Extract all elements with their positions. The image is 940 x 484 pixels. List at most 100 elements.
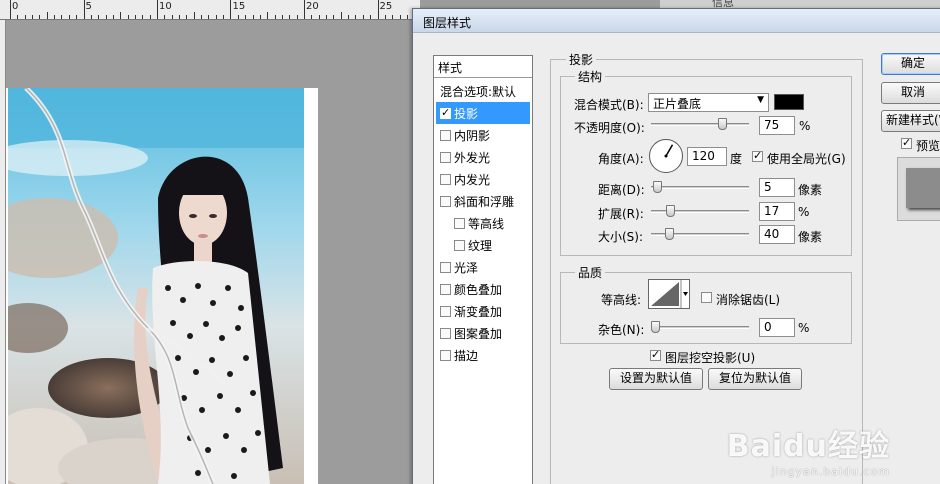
style-item-checkbox[interactable] [440, 130, 451, 141]
ruler-tick [10, 0, 11, 19]
style-item-checkbox[interactable] [454, 218, 465, 229]
preview-checkbox[interactable] [901, 136, 912, 149]
style-item-label: 投影 [454, 107, 479, 121]
structure-group-title: 结构 [575, 68, 606, 85]
make-default-button[interactable]: 设置为默认值 [609, 368, 703, 390]
reset-default-button[interactable]: 复位为默认值 [708, 368, 802, 390]
style-item-checkbox[interactable] [440, 262, 451, 273]
ruler-tick [39, 15, 40, 19]
ruler-tick [47, 12, 48, 19]
size-slider[interactable] [651, 228, 749, 240]
style-item[interactable]: 外发光 [436, 146, 530, 168]
style-item[interactable]: 纹理 [436, 234, 530, 256]
ruler-tick [216, 15, 217, 19]
watermark-url: jingyan.baidu.com [771, 465, 890, 478]
ruler-tick [297, 15, 298, 19]
new-style-button[interactable]: 新建样式(W)... [881, 110, 940, 132]
ruler-tick [400, 15, 401, 19]
style-item-checkbox[interactable] [454, 240, 465, 251]
opacity-unit: % [799, 119, 811, 133]
style-item-checkbox[interactable] [440, 350, 451, 361]
angle-dial-needle-icon [664, 144, 674, 158]
opacity-slider-thumb[interactable] [718, 118, 727, 130]
angle-unit: 度 [730, 152, 743, 166]
dialog-title: 图层样式 [423, 16, 472, 30]
cancel-button[interactable]: 取消 [881, 82, 940, 104]
dropdown-arrow-icon: ▼ [757, 95, 764, 105]
knockout-checkbox[interactable] [650, 348, 661, 361]
distance-slider[interactable] [651, 181, 749, 193]
ruler-tick [201, 15, 202, 19]
angle-dial[interactable] [649, 139, 683, 173]
ruler-tick [370, 15, 371, 19]
style-item[interactable]: 颜色叠加 [436, 278, 530, 300]
distance-input[interactable]: 5 [759, 178, 795, 197]
noise-slider-thumb[interactable] [651, 321, 660, 333]
ruler-tick [76, 15, 77, 19]
ruler-tick [61, 15, 62, 19]
ruler-tick [157, 0, 158, 19]
ruler-mark: 25 [379, 1, 393, 12]
style-item[interactable]: 渐变叠加 [436, 300, 530, 322]
angle-input[interactable]: 120 [687, 147, 727, 166]
ruler-tick [282, 15, 283, 19]
style-item-checkbox[interactable] [440, 174, 451, 185]
style-item-checkbox[interactable] [440, 284, 451, 295]
size-slider-thumb[interactable] [665, 228, 674, 240]
size-input[interactable]: 40 [759, 225, 795, 244]
style-item-label: 图案叠加 [454, 327, 503, 341]
ruler-mark: 15 [232, 1, 246, 12]
spread-slider-thumb[interactable] [666, 205, 675, 217]
ruler-tick [230, 0, 231, 19]
ruler-tick [341, 12, 342, 19]
ruler-tick [223, 15, 224, 19]
use-global-light-checkbox[interactable] [752, 149, 763, 162]
opacity-input[interactable]: 75 [759, 116, 795, 135]
ruler-mark: 0 [12, 1, 19, 12]
style-item-checkbox[interactable] [440, 152, 451, 163]
opacity-label: 不透明度(O): [574, 121, 645, 135]
panel-tab-fragment: 信息 [712, 0, 734, 9]
anti-alias-checkbox[interactable] [701, 292, 712, 303]
dialog-titlebar[interactable]: 图层样式 [413, 9, 940, 33]
style-item[interactable]: 等高线 [436, 212, 530, 234]
ruler-tick [186, 15, 187, 19]
angle-label: 角度(A): [598, 152, 644, 166]
style-item[interactable]: 图案叠加 [436, 322, 530, 344]
noise-input[interactable]: 0 [759, 318, 795, 337]
style-item[interactable]: 内阴影 [436, 124, 530, 146]
ruler-tick [54, 15, 55, 19]
size-unit: 像素 [798, 230, 823, 244]
spread-input[interactable]: 17 [759, 202, 795, 221]
ruler-tick [275, 15, 276, 19]
distance-unit: 像素 [798, 183, 823, 197]
ruler-tick [260, 15, 261, 19]
size-label: 大小(S): [598, 230, 644, 244]
style-item[interactable]: 斜面和浮雕 [436, 190, 530, 212]
style-item-checkbox[interactable] [440, 328, 451, 339]
style-item-checkbox[interactable] [440, 306, 451, 317]
style-preview-swatch [906, 168, 940, 208]
style-item-checkbox[interactable] [440, 106, 451, 119]
opacity-slider[interactable] [651, 118, 749, 130]
style-item-checkbox[interactable] [440, 196, 451, 207]
style-item[interactable]: 投影 [436, 102, 530, 124]
anti-alias-label: 消除锯齿(L) [716, 293, 781, 307]
noise-unit: % [798, 321, 810, 335]
noise-slider[interactable] [651, 321, 749, 333]
shadow-color-swatch[interactable] [774, 94, 804, 110]
contour-label: 等高线: [601, 293, 642, 307]
contour-picker[interactable] [648, 279, 690, 309]
ruler-tick [253, 15, 254, 19]
spread-slider[interactable] [651, 205, 749, 217]
style-item[interactable]: 描边 [436, 344, 530, 366]
ruler-tick [69, 15, 70, 19]
style-item[interactable]: 混合选项:默认 [436, 80, 530, 102]
ruler-tick [17, 15, 18, 19]
ok-button[interactable]: 确定 [881, 53, 940, 75]
style-item[interactable]: 内发光 [436, 168, 530, 190]
ruler-tick [150, 15, 151, 19]
style-item[interactable]: 光泽 [436, 256, 530, 278]
distance-slider-thumb[interactable] [653, 181, 662, 193]
blend-mode-select[interactable]: 正片叠底 ▼ [648, 93, 769, 112]
